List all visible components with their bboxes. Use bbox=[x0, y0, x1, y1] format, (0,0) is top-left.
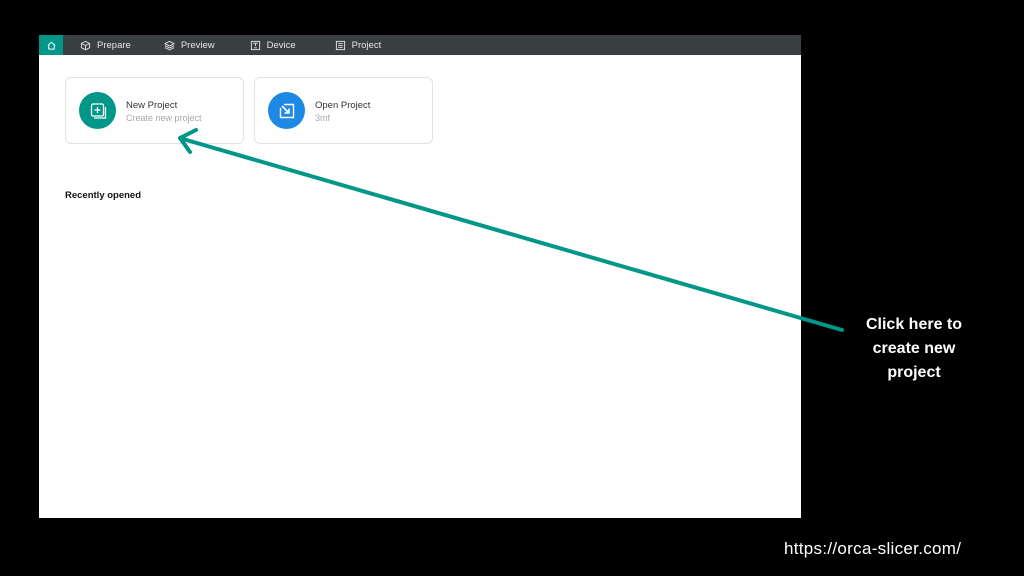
new-project-icon bbox=[79, 92, 116, 129]
new-project-title: New Project bbox=[126, 100, 178, 111]
device-icon bbox=[250, 40, 260, 50]
layers-icon bbox=[164, 40, 175, 50]
cube-icon bbox=[80, 40, 91, 50]
tab-preview[interactable]: Preview bbox=[164, 35, 215, 55]
tab-prepare[interactable]: Prepare bbox=[80, 35, 131, 55]
callout-line-2: create new bbox=[872, 340, 956, 357]
top-nav-bar: Prepare Preview Device Project bbox=[39, 35, 801, 55]
open-project-icon bbox=[268, 92, 305, 129]
app-window: Prepare Preview Device Project New Proje… bbox=[39, 35, 801, 518]
home-icon bbox=[47, 41, 55, 50]
callout-line-3: project bbox=[887, 364, 941, 381]
open-project-subtitle: 3mf bbox=[315, 113, 331, 123]
site-url: https://orca-slicer.com/ bbox=[784, 539, 962, 558]
new-project-card[interactable]: New Project Create new project bbox=[65, 77, 244, 144]
tab-device[interactable]: Device bbox=[250, 35, 296, 55]
tab-device-label: Device bbox=[266, 39, 296, 51]
open-project-title: Open Project bbox=[315, 100, 371, 111]
tab-preview-label: Preview bbox=[180, 39, 215, 51]
tab-home[interactable] bbox=[39, 35, 63, 55]
annotation-callout: Click here to create new project bbox=[846, 313, 982, 385]
callout-line-1: Click here to bbox=[865, 316, 963, 333]
list-icon bbox=[335, 40, 345, 50]
recently-opened-heading: Recently opened bbox=[65, 190, 142, 201]
open-project-card[interactable]: Open Project 3mf bbox=[254, 77, 433, 144]
tab-project[interactable]: Project bbox=[335, 35, 382, 55]
tab-prepare-label: Prepare bbox=[97, 39, 131, 51]
tab-project-label: Project bbox=[351, 39, 382, 51]
new-project-subtitle: Create new project bbox=[126, 113, 202, 123]
